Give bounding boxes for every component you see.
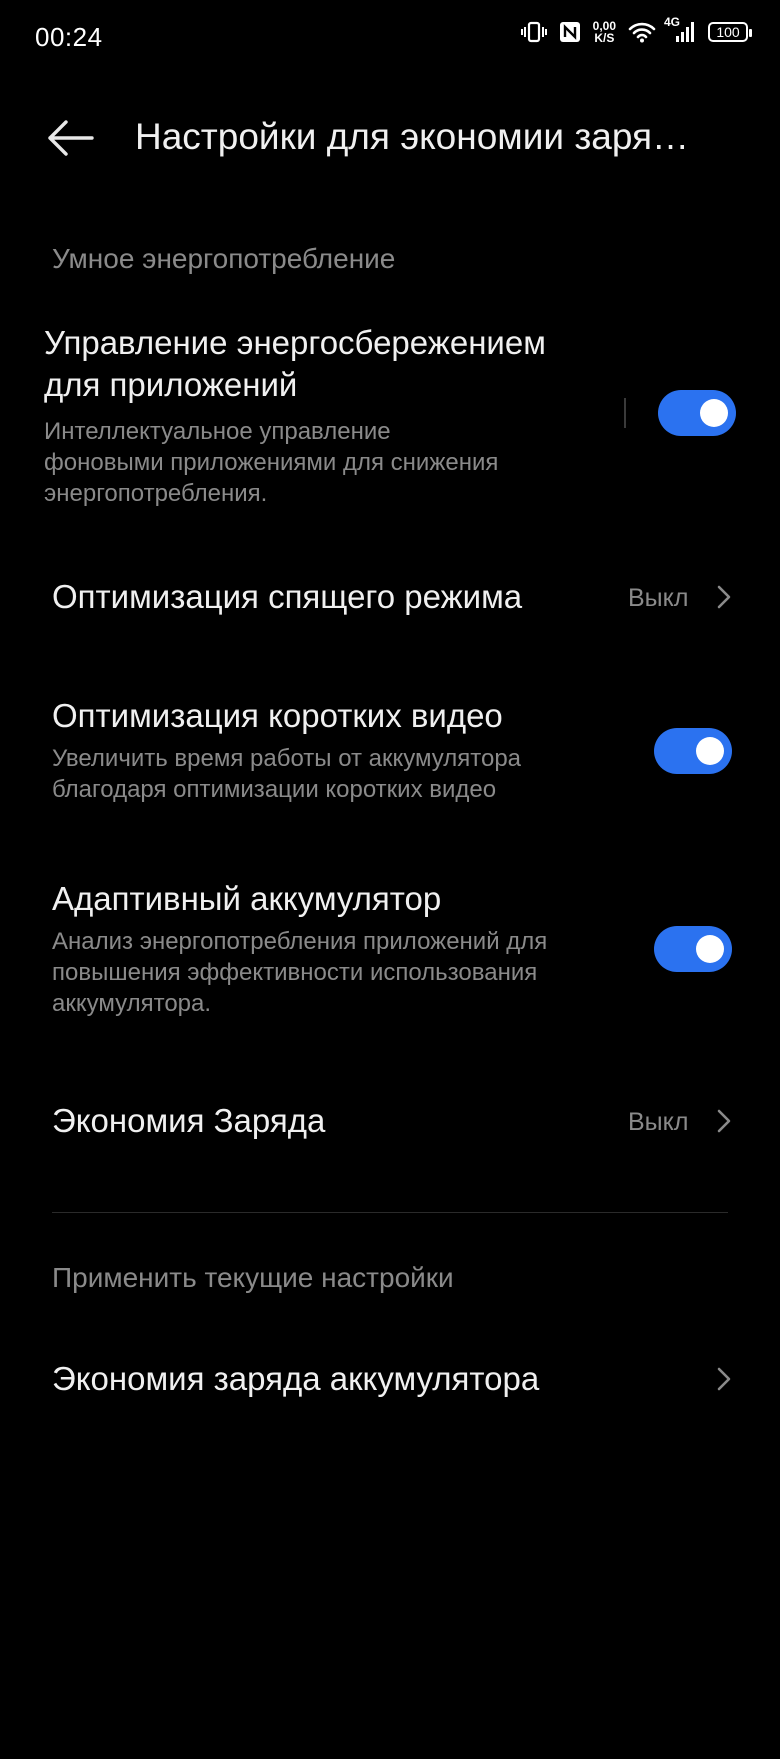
toggle-knob (696, 935, 724, 963)
battery-saver-title: Экономия заряда аккумулятора (52, 1360, 540, 1397)
power-saver-item[interactable]: Экономия Заряда Выкл (52, 1096, 731, 1146)
section-divider (52, 1212, 728, 1213)
network-type: 4G (664, 15, 681, 29)
adaptive-battery-sub-line1: Анализ энергопотребления приложений для (52, 928, 548, 955)
short-video-sub-line2: благодаря оптимизации коротких видео (52, 776, 497, 803)
cellular-signal-icon: 4G (664, 15, 696, 43)
back-arrow-icon (48, 120, 94, 156)
app-power-title-line2: для приложений (44, 366, 298, 403)
app-power-title-line1: Управление энергосбережением (44, 324, 546, 361)
adaptive-battery-toggle[interactable] (654, 926, 732, 972)
network-speed-unit: K/S (594, 31, 615, 45)
chevron-right-icon (717, 1367, 731, 1391)
chevron-right-icon (717, 585, 731, 609)
adaptive-battery-title: Адаптивный аккумулятор (52, 880, 442, 917)
wifi-icon (628, 21, 656, 43)
status-icons: 0,00 K/S 4G 100 (520, 15, 752, 44)
section-label-smart-power: Умное энергопотребление (52, 243, 396, 274)
section-label-apply-settings: Применить текущие настройки (52, 1262, 454, 1293)
app-power-sub-line3: энергопотребления. (44, 480, 268, 507)
status-time: 00:24 (35, 22, 103, 52)
adaptive-battery-sub-line2: повышения эффективности использования (52, 959, 538, 986)
toggle-knob (700, 399, 728, 427)
short-video-title: Оптимизация коротких видео (52, 697, 503, 734)
short-video-sub-line1: Увеличить время работы от аккумулятора (52, 745, 522, 772)
adaptive-battery-item[interactable]: Адаптивный аккумулятор Анализ энергопотр… (52, 878, 632, 1019)
battery-icon: 100 (708, 22, 752, 42)
app-power-management-item[interactable]: Управление энергосбережением для приложе… (44, 322, 604, 509)
item-divider (624, 398, 626, 428)
battery-saver-item[interactable]: Экономия заряда аккумулятора (52, 1354, 731, 1404)
chevron-right-icon (717, 1109, 731, 1133)
app-power-sub-line1: Интеллектуальное управление (44, 418, 391, 445)
app-power-sub-line2: фоновыми приложениями для снижения (44, 449, 499, 476)
network-speed: 0,00 K/S (593, 20, 616, 44)
short-video-optimization-item[interactable]: Оптимизация коротких видео Увеличить вре… (52, 695, 632, 805)
sleep-optimization-item[interactable]: Оптимизация спящего режима Выкл (52, 572, 731, 622)
app-power-toggle[interactable] (658, 390, 736, 436)
short-video-toggle[interactable] (654, 728, 732, 774)
back-button[interactable] (46, 118, 96, 158)
toggle-knob (696, 737, 724, 765)
vibrate-icon (520, 21, 547, 43)
sleep-optimization-title: Оптимизация спящего режима (52, 578, 523, 615)
adaptive-battery-sub-line3: аккумулятора. (52, 990, 212, 1017)
sleep-optimization-value: Выкл (628, 584, 689, 612)
power-saver-value: Выкл (628, 1108, 689, 1136)
power-saver-title: Экономия Заряда (52, 1102, 326, 1139)
page-title: Настройки для экономии заря… (135, 116, 690, 157)
nfc-icon (559, 21, 581, 43)
